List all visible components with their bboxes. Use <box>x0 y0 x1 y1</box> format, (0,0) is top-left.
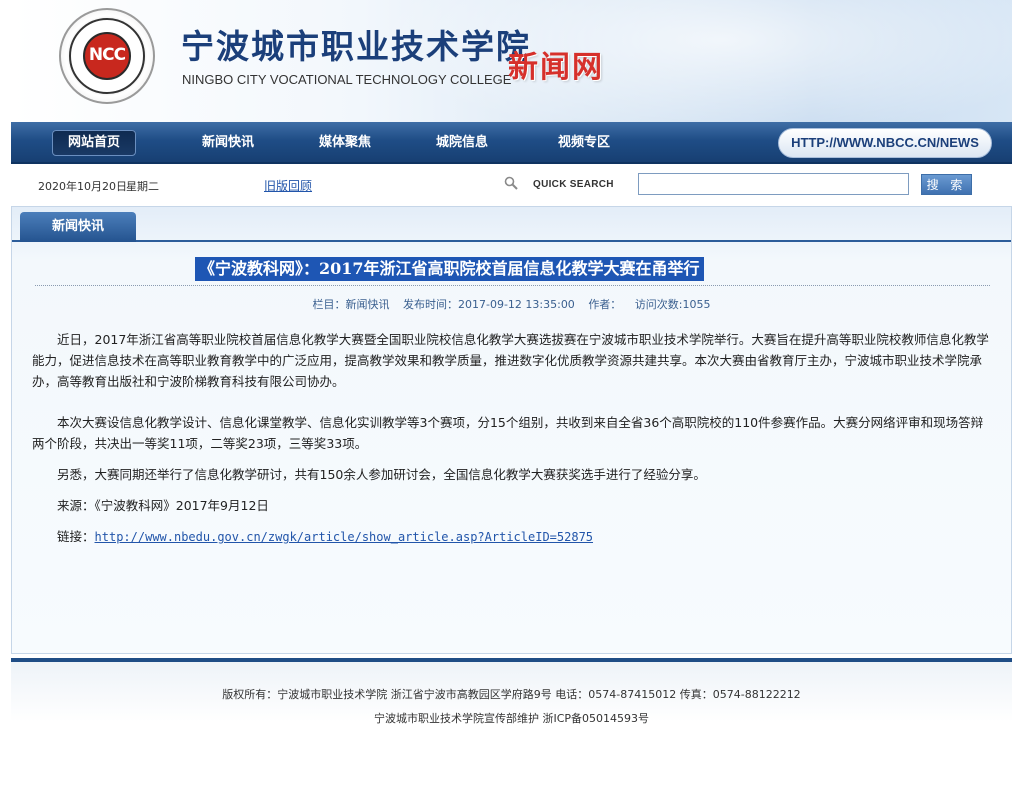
article-paragraph: 近日，2017年浙江省高等职业院校首届信息化教学大赛暨全国职业院校信息化教学大赛… <box>32 332 989 389</box>
main-nav: 网站首页 新闻快讯 媒体聚焦 城院信息 视频专区 HTTP://WWW.NBCC… <box>11 122 1012 164</box>
article-link[interactable]: http://www.nbedu.gov.cn/zwgk/article/sho… <box>95 530 594 544</box>
meta-author: 作者： <box>588 298 622 311</box>
article-link-label: 链接： <box>57 529 95 544</box>
panel-tab-news[interactable]: 新闻快讯 <box>20 212 136 242</box>
info-bar: 2020年10月20日 星期二 旧版回顾 QUICK SEARCH 搜 索 <box>11 166 1012 204</box>
article-paragraph: 另悉，大赛同期还举行了信息化教学研讨，共有150余人参加研讨会，全国信息化教学大… <box>57 467 706 482</box>
article-link-line: 链接：http://www.nbedu.gov.cn/zwgk/article/… <box>32 526 990 548</box>
article-source: 来源：《宁波教科网》2017年9月12日 <box>57 498 269 513</box>
college-name-en: NINGBO CITY VOCATIONAL TECHNOLOGY COLLEG… <box>182 72 512 87</box>
article-meta: 栏目：新闻快讯 发布时间：2017-09-12 13:35:00 作者： 访问次… <box>12 296 1011 312</box>
article-body: 近日，2017年浙江省高等职业院校首届信息化教学大赛暨全国职业院校信息化教学大赛… <box>32 329 990 548</box>
nav-item-home[interactable]: 网站首页 <box>52 130 136 156</box>
footer-copyright: 版权所有：宁波城市职业技术学院 浙江省宁波市高教园区学府路9号 电话：0574-… <box>222 688 801 701</box>
college-logo: NCC <box>59 8 155 104</box>
footer: 版权所有：宁波城市职业技术学院 浙江省宁波市高教园区学府路9号 电话：0574-… <box>11 662 1012 725</box>
nav-item-video[interactable]: 视频专区 <box>542 130 626 156</box>
header-banner: NCC 宁波城市职业技术学院 NINGBO CITY VOCATIONAL TE… <box>11 0 1012 122</box>
old-version-link[interactable]: 旧版回顾 <box>264 177 312 194</box>
logo-text: NCC <box>88 45 126 65</box>
college-name-cn: 宁波城市职业技术学院 <box>181 27 531 66</box>
site-name: 新闻网 <box>508 50 604 85</box>
article-paragraph: 本次大赛设信息化教学设计、信息化课堂教学、信息化实训教学等3个赛项，分15个组别… <box>32 415 984 451</box>
search-input[interactable] <box>638 173 909 195</box>
footer-maintainer: 宁波城市职业技术学院宣传部维护 浙ICP备05014593号 <box>373 712 650 725</box>
panel-tab-underline <box>12 240 1011 242</box>
current-weekday: 星期二 <box>126 180 159 193</box>
quick-search-label: QUICK SEARCH <box>533 179 614 190</box>
title-divider <box>35 285 990 286</box>
site-url-badge[interactable]: HTTP://WWW.NBCC.CN/NEWS <box>778 128 992 158</box>
article-title: 《宁波教科网》：2017年浙江省高职院校首届信息化教学大赛在甬举行 <box>195 257 704 281</box>
nav-item-campus[interactable]: 城院信息 <box>420 130 504 156</box>
meta-column: 栏目：新闻快讯 <box>312 298 390 311</box>
nav-item-media[interactable]: 媒体聚焦 <box>303 130 387 156</box>
meta-publish-time: 发布时间：2017-09-12 13:35:00 <box>402 298 575 311</box>
current-date: 2020年10月20日 <box>38 180 127 193</box>
search-button[interactable]: 搜 索 <box>921 174 972 195</box>
nav-item-news[interactable]: 新闻快讯 <box>186 130 270 156</box>
article-panel: 新闻快讯 《宁波教科网》：2017年浙江省高职院校首届信息化教学大赛在甬举行 栏… <box>11 206 1012 654</box>
search-icon <box>504 176 518 190</box>
meta-views: 访问次数:1055 <box>634 298 711 311</box>
logo-core: NCC <box>83 32 131 80</box>
